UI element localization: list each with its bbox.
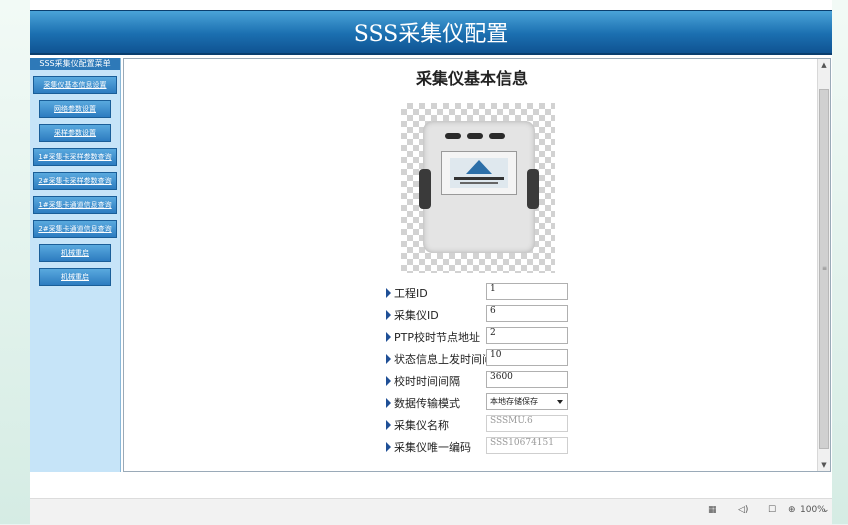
arrow-right-icon	[386, 332, 391, 342]
field-label-text: 校时时间间隔	[394, 375, 460, 388]
field-label-text: 工程ID	[394, 287, 428, 300]
zoom-icon[interactable]: ⊕	[788, 505, 796, 515]
header-bar: SSS采集仪配置	[30, 10, 832, 55]
status-interval-input[interactable]: 10	[486, 349, 568, 366]
form-row: PTP校时节点地址 2	[382, 325, 682, 347]
timing-interval-input[interactable]: 3600	[486, 371, 568, 388]
field-label: 采集仪唯一编码	[386, 439, 471, 455]
background-left	[0, 0, 30, 524]
device-port	[489, 133, 505, 139]
arrow-right-icon	[386, 310, 391, 320]
sidebar-item-card1-channel-query[interactable]: 1#采集卡通道信息查询	[33, 196, 117, 214]
logo-subtext-mark	[460, 182, 498, 184]
basic-info-form: 工程ID 1 采集仪ID 6 PTP校时节点地址 2 状态信息上发时间间隔 10…	[382, 281, 682, 457]
form-row: 采集仪ID 6	[382, 303, 682, 325]
collector-code-input[interactable]: SSS10674151	[486, 437, 568, 454]
panel-title: 采集仪基本信息	[415, 69, 528, 88]
field-label-text: 采集仪ID	[394, 309, 439, 322]
field-label: 校时时间间隔	[386, 373, 460, 389]
form-row: 工程ID 1	[382, 281, 682, 303]
device-side-grip	[527, 169, 539, 209]
device-image	[401, 103, 555, 273]
arrow-right-icon	[386, 376, 391, 386]
sidebar-item-restart-1[interactable]: 机械重启	[39, 244, 111, 262]
field-label-text: 采集仪唯一编码	[394, 441, 471, 454]
arrow-right-icon	[386, 398, 391, 408]
arrow-right-icon	[386, 354, 391, 364]
field-label-text: 采集仪名称	[394, 419, 449, 432]
page-title: SSS采集仪配置	[353, 22, 509, 47]
arrow-right-icon	[386, 420, 391, 430]
sidebar-item-sampling-params[interactable]: 采样参数设置	[39, 124, 111, 142]
sidebar-header: SSS采集仪配置菜单	[30, 58, 120, 70]
form-row: 采集仪名称 SSSMU.6	[382, 413, 682, 435]
collector-id-input[interactable]: 6	[486, 305, 568, 322]
sidebar-item-card2-channel-query[interactable]: 2#采集卡通道信息查询	[33, 220, 117, 238]
form-row: 状态信息上发时间间隔 10	[382, 347, 682, 369]
field-label: 数据传输模式	[386, 395, 460, 411]
browser-page: SSS采集仪配置 SSS采集仪配置菜单 采集仪基本信息设置 网络参数设置 采样参…	[30, 0, 832, 498]
scroll-grip-icon: ≡	[821, 265, 827, 272]
logo-text-mark	[454, 177, 504, 180]
sidebar-item-network-params[interactable]: 网络参数设置	[39, 100, 111, 118]
sidebar-item-card1-sampling-query[interactable]: 1#采集卡采样参数查询	[33, 148, 117, 166]
device-logo-label	[441, 151, 517, 195]
chevron-down-icon[interactable]: ⌄	[822, 505, 830, 515]
collector-name-input[interactable]: SSSMU.6	[486, 415, 568, 432]
device-side-grip	[419, 169, 431, 209]
form-row: 采集仪唯一编码 SSS10674151	[382, 435, 682, 457]
field-label: 工程ID	[386, 285, 428, 301]
chevron-down-icon	[557, 400, 563, 404]
content-panel: 采集仪基本信息 工程ID 1 采集仪ID 6 PTP校时节点地址 2 状态信息上…	[123, 58, 831, 472]
field-label: 采集仪ID	[386, 307, 439, 323]
ptp-node-address-input[interactable]: 2	[486, 327, 568, 344]
device-port	[467, 133, 483, 139]
project-id-input[interactable]: 1	[486, 283, 568, 300]
field-label: PTP校时节点地址	[386, 329, 480, 345]
network-icon[interactable]: ▦	[708, 505, 717, 515]
sidebar-menu: SSS采集仪配置菜单 采集仪基本信息设置 网络参数设置 采样参数设置 1#采集卡…	[30, 58, 121, 472]
field-label-text: PTP校时节点地址	[394, 331, 480, 344]
arrow-right-icon	[386, 442, 391, 452]
page-icon[interactable]: ☐	[768, 505, 776, 515]
form-row: 数据传输模式 本地存储保存	[382, 391, 682, 413]
transfer-mode-select[interactable]: 本地存储保存	[486, 393, 568, 410]
sidebar-item-restart-2[interactable]: 机械重启	[39, 268, 111, 286]
device-port	[445, 133, 461, 139]
browser-status-bar: ▦ ◁) ☐ ⊕ 100% ⌄	[30, 498, 832, 525]
field-label-text: 数据传输模式	[394, 397, 460, 410]
sidebar-item-card2-sampling-query[interactable]: 2#采集卡采样参数查询	[33, 172, 117, 190]
field-label: 采集仪名称	[386, 417, 449, 433]
transfer-mode-value: 本地存储保存	[490, 397, 538, 406]
background-right	[832, 0, 848, 524]
form-row: 校时时间间隔 3600	[382, 369, 682, 391]
sidebar-item-basic-info[interactable]: 采集仪基本信息设置	[33, 76, 117, 94]
arrow-right-icon	[386, 288, 391, 298]
mountain-logo-icon	[466, 160, 492, 174]
sound-icon[interactable]: ◁)	[738, 505, 748, 515]
scroll-up-icon[interactable]: ▲	[820, 60, 828, 70]
vertical-scrollbar[interactable]: ▲ ≡ ▼	[817, 59, 830, 471]
scroll-down-icon[interactable]: ▼	[820, 460, 828, 470]
